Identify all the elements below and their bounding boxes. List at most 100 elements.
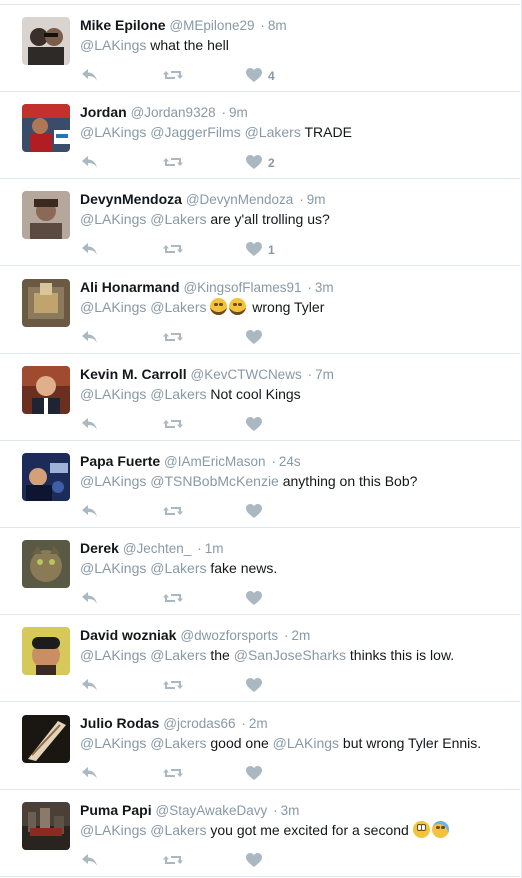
reply-icon[interactable] — [80, 154, 100, 172]
user-handle[interactable]: @MEpilone29 — [169, 18, 254, 33]
avatar[interactable] — [22, 801, 70, 850]
reply-icon[interactable] — [80, 590, 100, 608]
mention-link[interactable]: @Lakers — [150, 386, 206, 402]
display-name[interactable]: Mike Epilone — [80, 17, 166, 33]
avatar[interactable] — [22, 191, 70, 240]
timestamp[interactable]: 9m — [229, 105, 248, 120]
mention-link[interactable]: @LAKings — [273, 735, 339, 751]
display-name[interactable]: Ali Honarmand — [80, 279, 180, 295]
user-handle[interactable]: @DevynMendoza — [186, 192, 294, 207]
mention-link[interactable]: @LAKings — [80, 560, 146, 576]
display-name[interactable]: Derek — [80, 540, 119, 556]
mention-link[interactable]: @LAKings — [80, 822, 146, 838]
tweet-item[interactable]: Derek @Jechten_ · 1m @LAKings @Lakers fake… — [0, 528, 520, 616]
avatar[interactable] — [22, 627, 70, 676]
timestamp[interactable]: 1m — [205, 541, 224, 556]
retweet-icon[interactable] — [162, 765, 184, 783]
tweet-item[interactable]: David wozniak @dwozforsports · 2m @LAKings… — [0, 615, 520, 703]
mention-link[interactable]: @LAKings — [80, 299, 146, 315]
display-name[interactable]: Jordan — [80, 104, 127, 120]
display-name[interactable]: Kevin M. Carroll — [80, 366, 187, 382]
mention-link[interactable]: @Lakers — [150, 560, 206, 576]
avatar[interactable] — [22, 453, 70, 501]
mention-link[interactable]: @Lakers — [245, 124, 301, 140]
mention-link[interactable]: @Lakers — [150, 299, 206, 315]
avatar[interactable] — [22, 104, 70, 153]
retweet-icon[interactable] — [162, 329, 184, 347]
mention-link[interactable]: @LAKings — [80, 211, 146, 227]
avatar[interactable] — [22, 278, 70, 327]
retweet-icon[interactable] — [162, 677, 184, 695]
retweet-icon[interactable] — [162, 503, 184, 521]
heart-icon[interactable] — [245, 241, 263, 259]
tweet-item[interactable]: Julio Rodas @jcrodas66 · 2m @LAKings @Lake… — [0, 703, 520, 790]
tweet-item[interactable]: Papa Fuerte @IAmEricMason · 24s @LAKings @… — [0, 441, 520, 528]
tweet-item[interactable]: Mike Epilone @MEpilone29 · 8m @LAKings wha… — [0, 5, 520, 92]
display-name[interactable]: DevynMendoza — [80, 191, 182, 207]
timestamp[interactable]: 8m — [268, 18, 287, 33]
retweet-icon[interactable] — [162, 416, 184, 434]
heart-icon[interactable] — [245, 416, 263, 434]
reply-icon[interactable] — [80, 241, 100, 259]
timestamp[interactable]: 3m — [315, 280, 334, 295]
display-name[interactable]: Papa Fuerte — [80, 453, 160, 469]
timestamp[interactable]: 9m — [307, 192, 326, 207]
mention-link[interactable]: @LAKings — [80, 37, 146, 53]
heart-icon[interactable] — [245, 329, 263, 347]
heart-icon[interactable] — [245, 590, 263, 608]
reply-icon[interactable] — [80, 765, 100, 783]
reply-icon[interactable] — [80, 329, 100, 347]
retweet-icon[interactable] — [162, 590, 184, 608]
user-handle[interactable]: @dwozforsports — [180, 628, 278, 643]
timestamp[interactable]: 7m — [315, 367, 334, 382]
reply-icon[interactable] — [80, 67, 100, 85]
timestamp[interactable]: 2m — [292, 628, 311, 643]
timestamp[interactable]: 3m — [281, 803, 300, 818]
user-handle[interactable]: @Jordan9328 — [131, 105, 216, 120]
mention-link[interactable]: @LAKings — [80, 124, 146, 140]
reply-icon[interactable] — [80, 852, 100, 870]
retweet-icon[interactable] — [162, 852, 184, 870]
user-handle[interactable]: @KingsofFlames91 — [183, 280, 301, 295]
avatar[interactable] — [22, 17, 70, 65]
timestamp[interactable]: 24s — [279, 454, 301, 469]
user-handle[interactable]: @StayAwakeDavy — [155, 803, 267, 818]
heart-icon[interactable] — [245, 67, 263, 85]
tweet-item[interactable]: DevynMendoza @DevynMendoza · 9m @LAKings @… — [0, 179, 520, 267]
mention-link[interactable]: @Lakers — [150, 735, 206, 751]
mention-link[interactable]: @LAKings — [80, 473, 146, 489]
mention-link[interactable]: @LAKings — [80, 386, 146, 402]
user-handle[interactable]: @IAmEricMason — [164, 454, 265, 469]
tweet-item[interactable]: Kevin M. Carroll @KevCTWCNews · 7m @LAKing… — [0, 354, 520, 441]
heart-icon[interactable] — [245, 852, 263, 870]
display-name[interactable]: Julio Rodas — [80, 715, 159, 731]
display-name[interactable]: Puma Papi — [80, 802, 152, 818]
user-handle[interactable]: @jcrodas66 — [163, 716, 235, 731]
mention-link[interactable]: @LAKings — [80, 735, 146, 751]
mention-link[interactable]: @Lakers — [150, 822, 206, 838]
avatar[interactable] — [22, 365, 70, 414]
retweet-icon[interactable] — [162, 154, 184, 172]
avatar[interactable] — [22, 714, 70, 763]
retweet-icon[interactable] — [162, 67, 184, 85]
mention-link[interactable]: @TSNBobMcKenzie — [150, 473, 279, 489]
user-handle[interactable]: @KevCTWCNews — [190, 367, 301, 382]
tweet-item[interactable]: Puma Papi @StayAwakeDavy · 3m @LAKings @La… — [0, 790, 520, 877]
display-name[interactable]: David wozniak — [80, 627, 176, 643]
reply-icon[interactable] — [80, 503, 100, 521]
mention-link[interactable]: @SanJoseSharks — [234, 647, 346, 663]
mention-link[interactable]: @LAKings — [80, 647, 146, 663]
reply-icon[interactable] — [80, 677, 100, 695]
timestamp[interactable]: 2m — [249, 716, 268, 731]
mention-link[interactable]: @Lakers — [150, 647, 206, 663]
reply-icon[interactable] — [80, 416, 100, 434]
mention-link[interactable]: @Lakers — [150, 211, 206, 227]
heart-icon[interactable] — [245, 154, 263, 172]
tweet-item[interactable]: Jordan @Jordan9328 · 9m @LAKings @JaggerFi… — [0, 92, 520, 180]
heart-icon[interactable] — [245, 503, 263, 521]
avatar[interactable] — [22, 540, 70, 589]
heart-icon[interactable] — [245, 677, 263, 695]
heart-icon[interactable] — [245, 765, 263, 783]
tweet-item[interactable]: Ali Honarmand @KingsofFlames91 · 3m @LAKin… — [0, 267, 520, 354]
retweet-icon[interactable] — [162, 241, 184, 259]
